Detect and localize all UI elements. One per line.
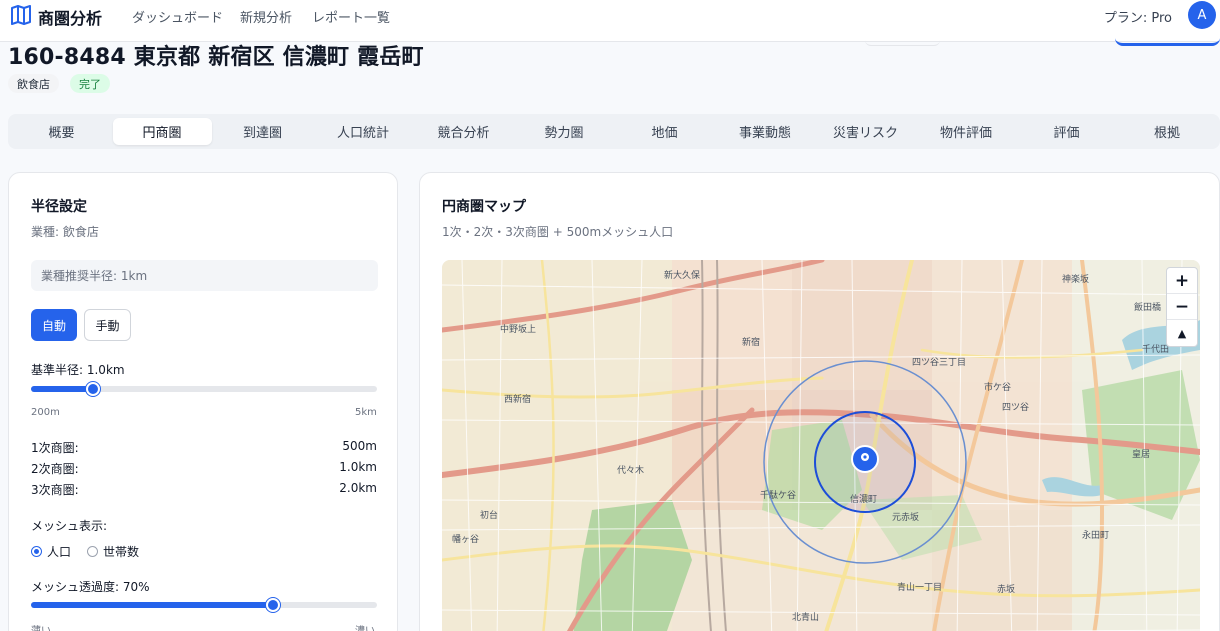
secondary-area-value: 1.0km	[339, 460, 377, 474]
zoom-in-button[interactable]: +	[1167, 268, 1197, 294]
tab-8[interactable]: 事業動態	[716, 118, 815, 145]
radio-selected-icon	[31, 546, 42, 557]
map-label: 永田町	[1082, 531, 1110, 541]
auto-mode-button[interactable]: 自動	[31, 309, 77, 341]
page-title: 160-8484 東京都 新宿区 信濃町 霞岳町	[8, 45, 424, 70]
tab-1[interactable]: 概要	[12, 118, 111, 145]
tab-5[interactable]: 競合分析	[414, 118, 513, 145]
tertiary-area-value: 2.0km	[339, 481, 377, 495]
mesh-households-radio[interactable]: 世帯数	[87, 543, 139, 560]
map-label: 皇居	[1132, 450, 1151, 460]
map-label: 初台	[480, 511, 499, 521]
map-panel-title: 円商圏マップ	[442, 199, 526, 215]
slider-fill	[31, 602, 273, 608]
opacity-min-label: 薄い	[31, 622, 51, 631]
radio-label: 世帯数	[103, 545, 140, 559]
opacity-slider[interactable]	[31, 598, 377, 612]
slider-max-label: 5km	[355, 407, 377, 418]
map-label: 飯田橋	[1134, 303, 1162, 313]
category-badge: 飲食店	[8, 74, 59, 93]
industry-label: 業種: 飲食店	[31, 225, 99, 239]
app-name: 商圏分析	[38, 9, 103, 28]
tab-9[interactable]: 災害リスク	[816, 118, 915, 145]
map-label: 青山一丁目	[897, 583, 943, 593]
app-logo[interactable]: 商圏分析	[10, 5, 102, 29]
tab-4[interactable]: 人口統計	[314, 118, 413, 145]
map-label: 新大久保	[664, 271, 701, 281]
map-label: 北青山	[792, 613, 820, 623]
map-label: 新宿	[742, 338, 761, 348]
plan-indicator: プラン: Pro	[1103, 11, 1172, 26]
manual-mode-button[interactable]: 手動	[84, 309, 131, 341]
map-label: 市ケ谷	[984, 383, 1012, 393]
primary-action-button[interactable]	[1115, 30, 1220, 46]
nav-reports-link[interactable]: レポート一覧	[312, 7, 390, 26]
tab-6[interactable]: 勢力圏	[515, 118, 614, 145]
radius-settings-panel: 半径設定 業種: 飲食店 業種推奨半径: 1km 自動 手動 基準半径: 1.0…	[8, 172, 398, 631]
opacity-max-label: 濃い	[355, 622, 375, 631]
tab-11[interactable]: 評価	[1017, 118, 1116, 145]
trade-area-map[interactable]: 新大久保 新宿 西新宿 代々木 千駄ケ谷 信濃町 元赤坂 四ツ谷 市ケ谷 千代田…	[442, 260, 1200, 631]
radio-label: 人口	[47, 545, 72, 559]
slider-fill	[31, 386, 93, 392]
mesh-display-label: メッシュ表示:	[31, 519, 108, 533]
primary-area-value: 500m	[342, 439, 377, 453]
tab-10[interactable]: 物件評価	[917, 118, 1016, 145]
base-radius-label: 基準半径: 1.0km	[31, 363, 125, 377]
recommended-radius-box: 業種推奨半径: 1km	[31, 260, 378, 291]
avatar[interactable]: A	[1188, 1, 1216, 29]
secondary-action-button[interactable]	[865, 30, 940, 46]
reset-north-button[interactable]: ▲	[1167, 320, 1197, 346]
map-label: 千代田	[1142, 345, 1170, 355]
nav-dashboard-link[interactable]: ダッシュボード	[132, 7, 223, 26]
map-panel: 円商圏マップ 1次・2次・3次商圏 + 500mメッシュ人口 新大久保 新宿 西…	[419, 172, 1220, 631]
status-badge: 完了	[70, 74, 110, 93]
map-label: 中野坂上	[500, 325, 537, 335]
primary-area-label: 1次商圏:	[31, 441, 79, 455]
map-label: 四ツ谷	[1002, 403, 1030, 413]
map-label: 千駄ケ谷	[760, 491, 797, 501]
map-label: 西新宿	[504, 395, 532, 405]
map-label: 元赤坂	[892, 513, 920, 523]
slider-thumb[interactable]	[266, 598, 280, 612]
panel-title: 半径設定	[31, 199, 87, 215]
nav-new-analysis-link[interactable]: 新規分析	[240, 7, 292, 26]
analysis-tabs: 概要 円商圏 到達圏 人口統計 競合分析 勢力圏 地価 事業動態 災害リスク 物件評価 評価 根拠	[8, 114, 1220, 149]
slider-min-label: 200m	[31, 407, 60, 418]
map-label: 神楽坂	[1062, 275, 1090, 285]
map-zoom-controls: + − ▲	[1166, 267, 1198, 347]
map-label: 幡ヶ谷	[452, 535, 480, 545]
map-label: 四ツ谷三丁目	[912, 358, 967, 368]
radio-unselected-icon	[87, 546, 98, 557]
top-navigation: 商圏分析 ダッシュボード 新規分析 レポート一覧 プラン: Pro A	[0, 0, 1220, 42]
map-book-icon	[10, 5, 32, 29]
tab-12[interactable]: 根拠	[1118, 118, 1217, 145]
tertiary-area-label: 3次商圏:	[31, 483, 79, 497]
mesh-population-radio[interactable]: 人口	[31, 543, 71, 560]
base-radius-slider[interactable]	[31, 382, 377, 396]
location-pin-icon[interactable]	[851, 445, 879, 473]
tab-7[interactable]: 地価	[615, 118, 714, 145]
slider-thumb[interactable]	[86, 382, 100, 396]
map-panel-subtitle: 1次・2次・3次商圏 + 500mメッシュ人口	[442, 225, 674, 239]
map-label: 赤坂	[997, 585, 1016, 595]
map-label: 信濃町	[850, 495, 878, 505]
tab-3[interactable]: 到達圏	[213, 118, 312, 145]
secondary-area-label: 2次商圏:	[31, 462, 79, 476]
opacity-label: メッシュ透過度: 70%	[31, 580, 150, 594]
tab-2[interactable]: 円商圏	[112, 118, 212, 145]
map-canvas	[442, 260, 1200, 631]
map-label: 代々木	[617, 466, 645, 476]
zoom-out-button[interactable]: −	[1167, 294, 1197, 320]
